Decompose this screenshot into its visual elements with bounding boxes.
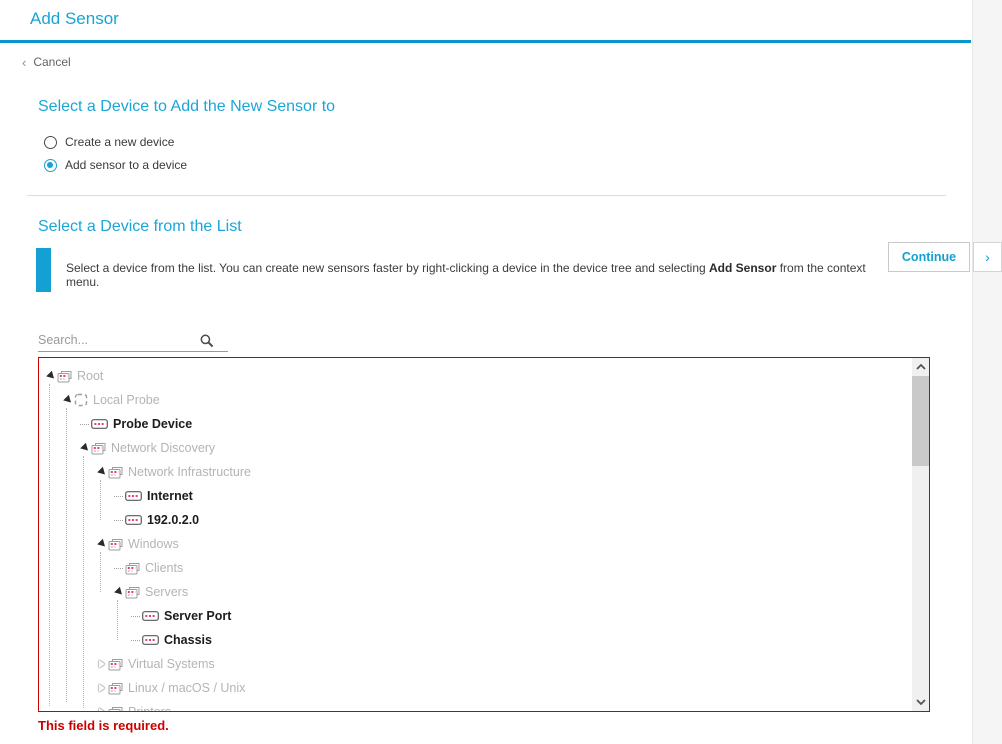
- tree-connector: [114, 495, 123, 497]
- device-icon: [142, 635, 159, 645]
- tree-item-label: Probe Device: [113, 417, 193, 431]
- tree-item-label: Linux / macOS / Unix: [128, 681, 246, 695]
- tree-rows: Root Local Probe Probe Device Network Disco…: [39, 358, 912, 712]
- tree-item-label: 192.0.2.0: [147, 513, 200, 527]
- collapse-toggle-icon[interactable]: [96, 538, 108, 550]
- tree-item[interactable]: Clients: [39, 556, 912, 580]
- validation-message: This field is required.: [38, 718, 169, 733]
- info-text-bold: Add Sensor: [709, 261, 777, 275]
- group-icon: [108, 658, 123, 671]
- group-icon: [108, 706, 123, 711]
- tree-item[interactable]: Server Port: [39, 604, 912, 628]
- scroll-down-arrow-icon[interactable]: [912, 694, 929, 710]
- group-icon: [125, 562, 140, 575]
- tree-item-label: Windows: [128, 537, 179, 551]
- group-icon: [125, 586, 140, 599]
- tree-item[interactable]: Network Discovery: [39, 436, 912, 460]
- device-icon: [142, 611, 159, 621]
- scroll-up-arrow-icon[interactable]: [912, 359, 929, 375]
- tree-item[interactable]: Linux / macOS / Unix: [39, 676, 912, 700]
- radio-label: Add sensor to a device: [65, 158, 188, 172]
- radio-create-new-device[interactable]: Create a new device: [44, 135, 174, 149]
- tree-item[interactable]: Windows: [39, 532, 912, 556]
- tree-item[interactable]: Local Probe: [39, 388, 912, 412]
- radio-icon[interactable]: [44, 135, 57, 149]
- collapse-toggle-icon[interactable]: [45, 370, 57, 382]
- search-icon[interactable]: [200, 334, 214, 353]
- tree-scrollbar[interactable]: [912, 358, 929, 711]
- info-accent-bar: [36, 248, 51, 292]
- tree-item-label: Network Discovery: [111, 441, 216, 455]
- section-heading-device-choice: Select a Device to Add the New Sensor to: [38, 98, 336, 115]
- tree-item-label: Printers: [128, 705, 172, 712]
- tree-item[interactable]: 192.0.2.0: [39, 508, 912, 532]
- tree-connector: [80, 423, 89, 425]
- group-icon: [57, 370, 72, 383]
- info-text-prefix: Select a device from the list. You can c…: [66, 261, 710, 275]
- tree-item-label: Internet: [147, 489, 193, 503]
- tree-connector: [114, 567, 123, 569]
- tree-item-label: Server Port: [164, 609, 232, 623]
- section-heading-device-list: Select a Device from the List: [38, 218, 242, 235]
- collapse-toggle-icon[interactable]: [62, 394, 74, 406]
- search-input[interactable]: [38, 330, 206, 350]
- tree-connector: [131, 639, 140, 641]
- group-icon: [108, 682, 123, 695]
- info-text: Select a device from the list. You can c…: [66, 261, 876, 289]
- tree-item-label: Servers: [145, 585, 189, 599]
- add-sensor-page: { "page": { "title": "Add Sensor", "canc…: [0, 0, 1002, 744]
- radio-icon[interactable]: [44, 158, 57, 172]
- collapse-toggle-icon[interactable]: [113, 586, 125, 598]
- continue-step-button[interactable]: ›: [973, 242, 1002, 272]
- device-icon: [91, 419, 108, 429]
- tree-item-label: Network Infrastructure: [128, 465, 251, 479]
- device-icon: [125, 515, 142, 525]
- tree-item-label: Root: [77, 369, 104, 383]
- tree-item[interactable]: Root: [39, 364, 912, 388]
- expand-toggle-icon[interactable]: [96, 658, 108, 670]
- tree-item[interactable]: Internet: [39, 484, 912, 508]
- tree-item[interactable]: Network Infrastructure: [39, 460, 912, 484]
- group-icon: [108, 538, 123, 551]
- tree-connector: [131, 615, 140, 617]
- cancel-label: Cancel: [33, 55, 71, 69]
- probe-icon: [74, 393, 88, 407]
- tree-item-label: Chassis: [164, 633, 212, 647]
- tree-item[interactable]: Probe Device: [39, 412, 912, 436]
- header-divider: [0, 40, 971, 43]
- tree-item-label: Virtual Systems: [128, 657, 215, 671]
- expand-toggle-icon[interactable]: [96, 706, 108, 711]
- tree-item[interactable]: Virtual Systems: [39, 652, 912, 676]
- tree-item[interactable]: Chassis: [39, 628, 912, 652]
- tree-item-label: Clients: [145, 561, 184, 575]
- tree-item[interactable]: Servers: [39, 580, 912, 604]
- group-icon: [91, 442, 106, 455]
- back-chevron-icon: ‹: [22, 54, 27, 70]
- search-field: [38, 330, 228, 352]
- tree-item-label: Local Probe: [93, 393, 160, 407]
- group-icon: [108, 466, 123, 479]
- collapse-toggle-icon[interactable]: [79, 442, 91, 454]
- continue-button[interactable]: Continue: [888, 242, 970, 272]
- chevron-right-icon: ›: [985, 249, 990, 265]
- scrollbar-thumb[interactable]: [912, 376, 929, 466]
- expand-toggle-icon[interactable]: [96, 682, 108, 694]
- cancel-button[interactable]: ‹ Cancel: [22, 55, 71, 69]
- device-tree: Root Local Probe Probe Device Network Disco…: [38, 357, 930, 712]
- tree-connector: [114, 519, 123, 521]
- radio-label: Create a new device: [65, 135, 175, 149]
- device-icon: [125, 491, 142, 501]
- right-gutter: [972, 0, 1002, 744]
- page-title: Add Sensor: [30, 9, 119, 28]
- radio-add-sensor-to-device[interactable]: Add sensor to a device: [44, 158, 187, 172]
- section-divider: [27, 195, 946, 196]
- tree-item[interactable]: Printers: [39, 700, 912, 712]
- collapse-toggle-icon[interactable]: [96, 466, 108, 478]
